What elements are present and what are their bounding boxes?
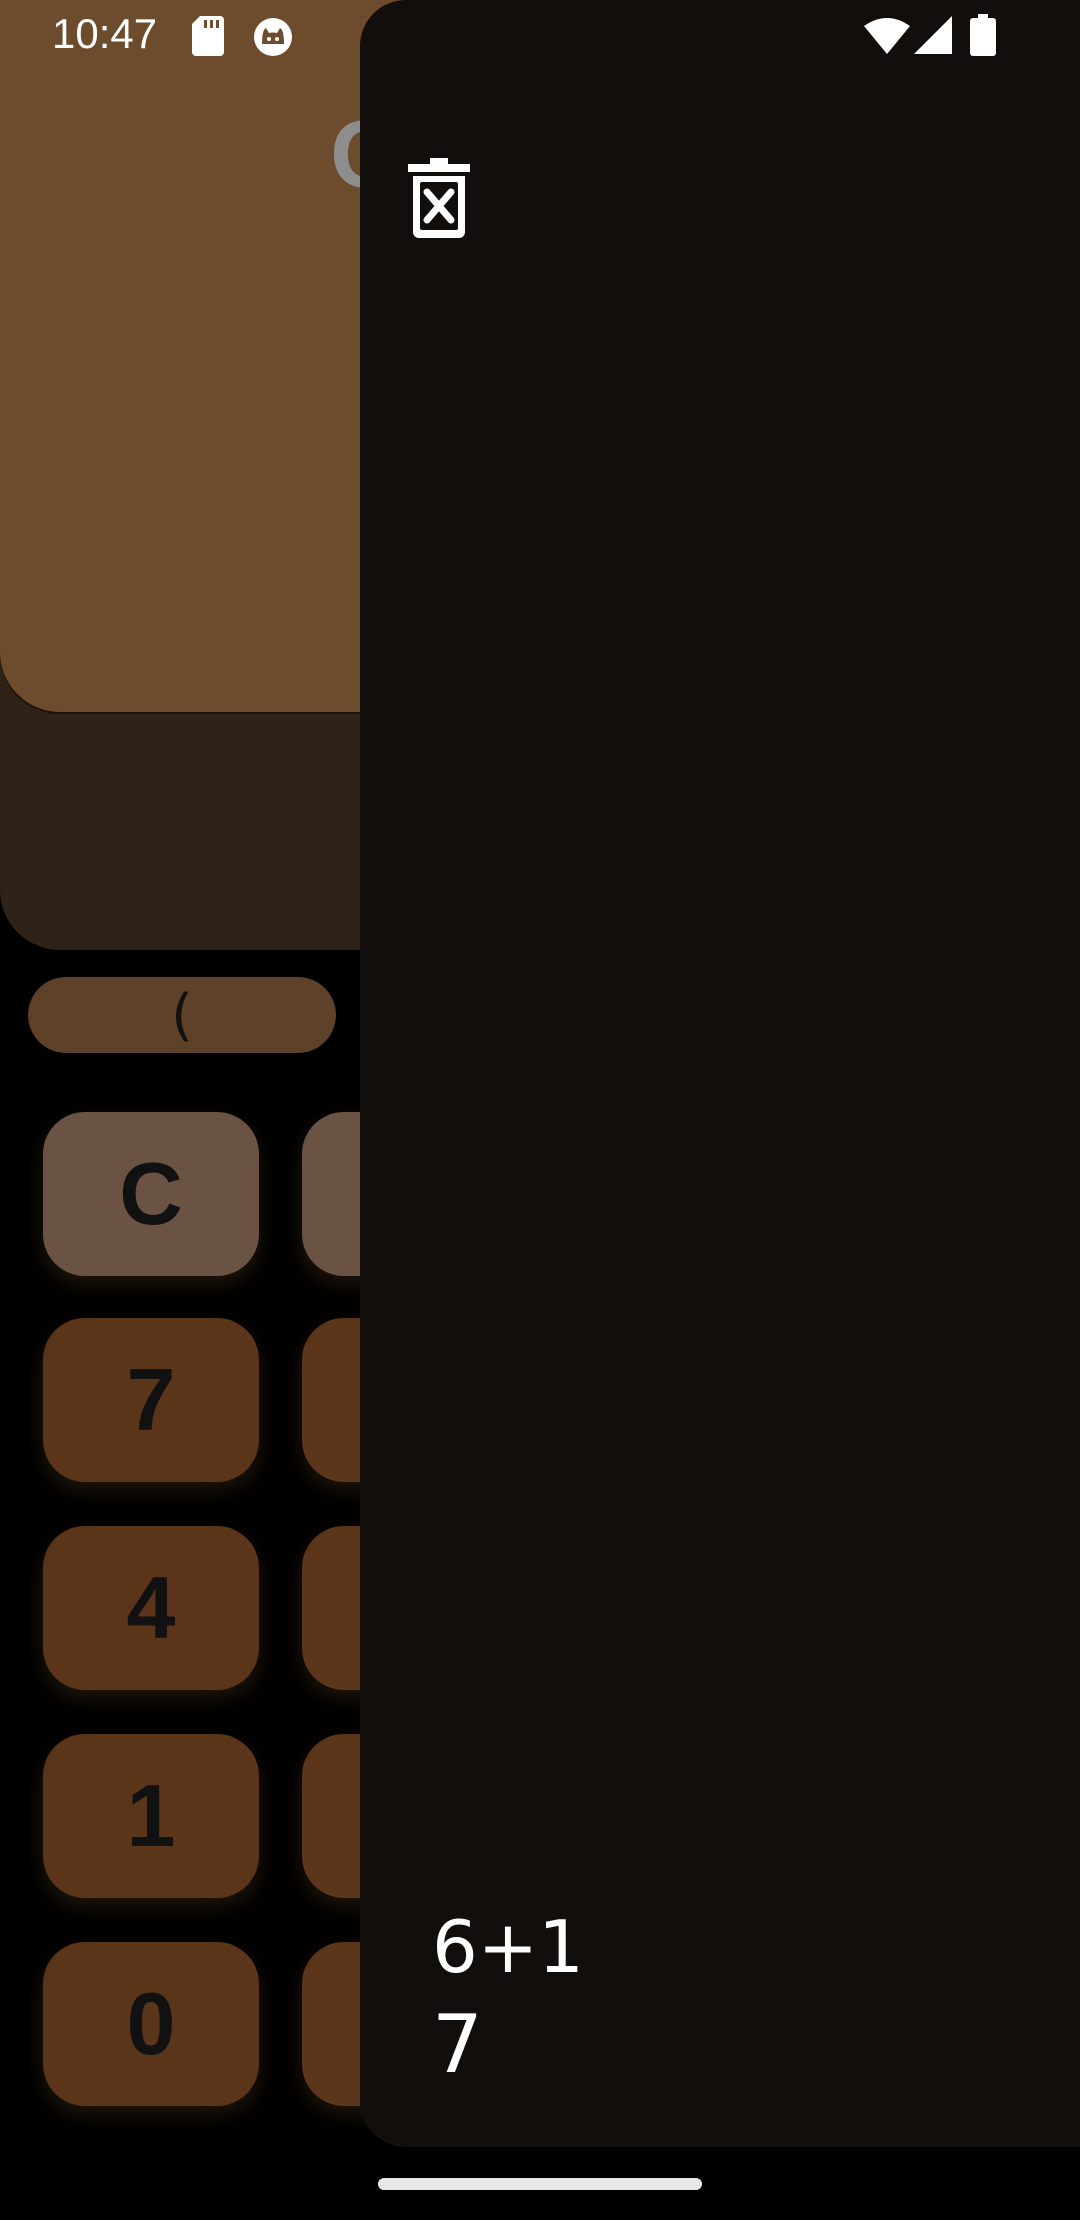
key-4[interactable]: 4 [43,1526,259,1690]
history-result[interactable]: 7 [432,1998,483,2091]
status-time: 10:47 [52,10,158,57]
clear-button[interactable]: C [43,1112,259,1276]
history-expression[interactable]: 6+1 [432,1905,584,1989]
navigation-bar [0,2148,1080,2220]
key-7[interactable]: 7 [43,1318,259,1482]
cat-notification-icon [254,18,292,56]
open-paren-button[interactable]: ( [28,977,336,1053]
status-bar: 10:47 [0,0,1080,72]
key-0[interactable]: 0 [43,1942,259,2106]
history-drawer: 6+1 7 [360,0,1080,2147]
sd-card-icon [192,16,224,56]
wifi-icon [864,18,910,54]
home-gesture-handle[interactable] [378,2178,702,2190]
key-1[interactable]: 1 [43,1734,259,1898]
battery-icon [970,14,996,56]
cell-signal-icon [914,16,952,54]
trash-x-icon[interactable] [408,158,470,238]
